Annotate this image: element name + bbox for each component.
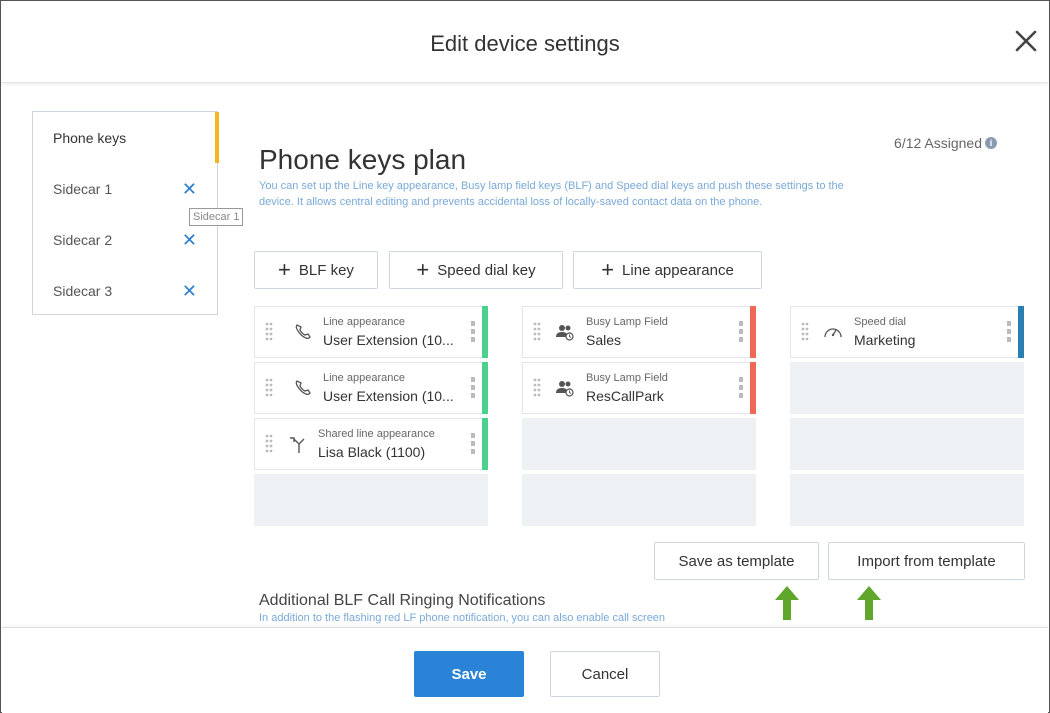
empty-key-slot[interactable] — [522, 418, 756, 470]
remove-sidecar-3-icon[interactable]: ✕ — [182, 282, 197, 300]
blf-users-icon — [556, 325, 574, 341]
empty-key-slot[interactable] — [790, 418, 1024, 470]
phone-icon — [295, 380, 311, 396]
blf-users-icon — [556, 381, 574, 397]
plus-icon: + — [601, 257, 615, 282]
key-card[interactable]: Busy Lamp Field ResCallPark — [522, 362, 756, 414]
more-icon[interactable] — [1007, 321, 1011, 343]
key-color-bar — [482, 362, 488, 414]
speedometer-icon — [824, 328, 842, 338]
plus-icon: + — [416, 257, 430, 282]
key-type: Speed dial — [854, 316, 906, 328]
more-icon[interactable] — [471, 377, 475, 399]
empty-key-slot[interactable] — [522, 474, 756, 526]
assigned-text: 6/12 Assigned — [894, 135, 982, 151]
empty-key-slot[interactable] — [790, 474, 1024, 526]
plus-icon: + — [278, 257, 291, 282]
keys-column-3: Speed dial Marketing — [790, 306, 1024, 530]
empty-key-slot[interactable] — [790, 362, 1024, 414]
section-description: In addition to the flashing red LF phone… — [259, 612, 666, 624]
key-card[interactable]: Speed dial Marketing — [790, 306, 1024, 358]
dialog: Edit device settings Phone keys Sidecar … — [0, 0, 1050, 713]
page-description: You can set up the Line key appearance, … — [259, 180, 844, 208]
more-icon[interactable] — [739, 377, 743, 399]
add-speed-dial-key-button[interactable]: + Speed dial key — [389, 251, 563, 289]
key-color-bar — [482, 418, 488, 470]
sidebar-item-sidecar-3[interactable]: Sidecar 3 ✕ — [33, 265, 217, 316]
sidebar-item-phone-keys[interactable]: Phone keys — [33, 112, 219, 163]
sidebar-item-label: Sidecar 1 — [53, 180, 113, 197]
key-card[interactable]: Line appearance User Extension (10... — [254, 362, 488, 414]
arrow-up-icon — [775, 586, 799, 620]
empty-key-slot[interactable] — [254, 474, 488, 526]
sidebar-item-label: Phone keys — [53, 129, 127, 146]
key-type: Busy Lamp Field — [586, 316, 668, 328]
phone-icon — [295, 324, 311, 340]
key-color-bar — [750, 362, 756, 414]
add-blf-key-button[interactable]: + BLF key — [254, 251, 378, 289]
section-title: Additional BLF Call Ringing Notification… — [259, 592, 546, 609]
key-name: User Extension (10... — [323, 388, 454, 404]
sidebar-item-sidecar-1[interactable]: Sidecar 1 ✕ — [33, 163, 217, 214]
sidebar-item-label: Sidecar 3 — [53, 282, 113, 299]
key-type: Shared line appearance — [318, 428, 435, 440]
dialog-title: Edit device settings — [430, 31, 620, 56]
remove-sidecar-1-icon[interactable]: ✕ — [182, 180, 197, 198]
key-type: Line appearance — [323, 316, 405, 328]
drag-handle-icon[interactable] — [533, 322, 541, 344]
active-indicator — [215, 112, 219, 163]
close-icon[interactable] — [1010, 25, 1042, 57]
sidebar-item-label: Sidecar 2 — [53, 231, 113, 248]
dialog-header: Edit device settings — [2, 1, 1048, 83]
dialog-footer — [2, 627, 1048, 713]
button-label: Speed dial key — [437, 261, 536, 279]
key-type: Busy Lamp Field — [586, 372, 668, 384]
key-name: ResCallPark — [586, 388, 664, 404]
key-name: Marketing — [854, 332, 916, 348]
key-name: User Extension (10... — [323, 332, 454, 348]
key-type: Line appearance — [323, 372, 405, 384]
arrow-up-icon — [857, 586, 881, 620]
button-label: Line appearance — [622, 261, 734, 279]
tooltip: Sidecar 1 — [189, 208, 244, 226]
info-icon[interactable]: i — [985, 137, 997, 149]
key-name: Sales — [586, 332, 622, 348]
drag-handle-icon[interactable] — [265, 378, 273, 400]
more-icon[interactable] — [471, 321, 475, 343]
drag-handle-icon[interactable] — [265, 322, 273, 344]
key-card[interactable]: Busy Lamp Field Sales — [522, 306, 756, 358]
remove-sidecar-2-icon[interactable]: ✕ — [182, 231, 197, 249]
more-icon[interactable] — [739, 321, 743, 343]
page-title: Phone keys plan — [259, 144, 467, 175]
assigned-count: 6/12 Assigned i — [894, 135, 997, 151]
save-button[interactable]: Save — [414, 651, 524, 697]
drag-handle-icon[interactable] — [801, 322, 809, 344]
drag-handle-icon[interactable] — [533, 378, 541, 400]
save-as-template-button[interactable]: Save as template — [654, 542, 819, 580]
key-color-bar — [750, 306, 756, 358]
drag-handle-icon[interactable] — [265, 434, 273, 456]
key-color-bar — [1018, 306, 1024, 358]
button-label: BLF key — [298, 261, 354, 279]
import-from-template-button[interactable]: Import from template — [828, 542, 1025, 580]
key-name: Lisa Black (1100) — [318, 444, 426, 460]
key-card[interactable]: Line appearance User Extension (10... — [254, 306, 488, 358]
key-color-bar — [482, 306, 488, 358]
add-line-appearance-button[interactable]: + Line appearance — [573, 251, 762, 289]
keys-column-1: Line appearance User Extension (10... Li… — [254, 306, 488, 530]
cancel-button[interactable]: Cancel — [550, 651, 660, 697]
shared-line-icon — [290, 437, 305, 453]
key-card[interactable]: Shared line appearance Lisa Black (1100) — [254, 418, 488, 470]
keys-column-2: Busy Lamp Field Sales Busy Lamp Field Re… — [522, 306, 756, 530]
more-icon[interactable] — [471, 433, 475, 455]
